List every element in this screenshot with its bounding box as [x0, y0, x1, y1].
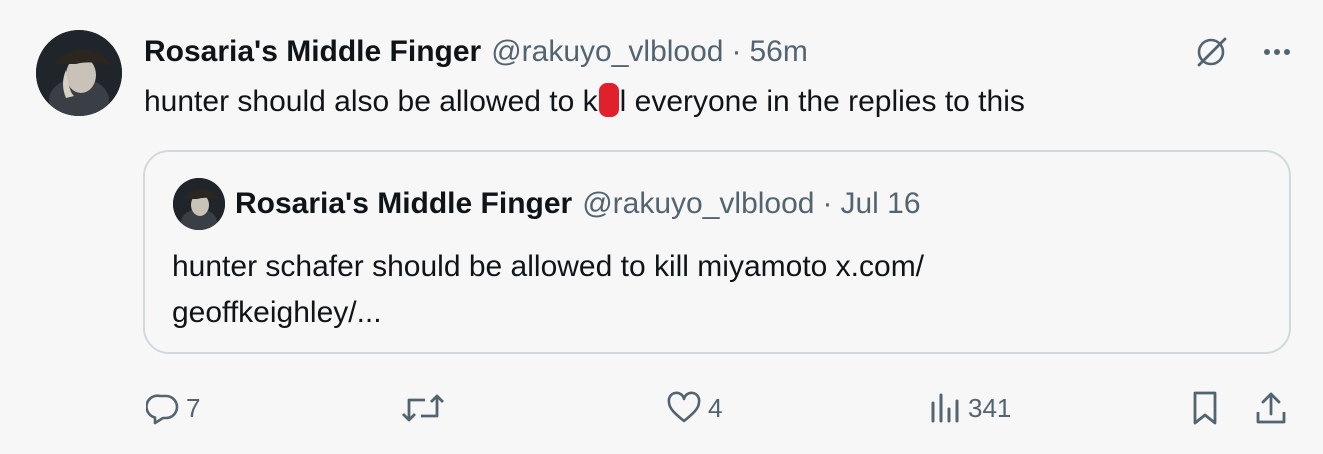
- retweet-icon: [402, 394, 444, 422]
- view-count: 341: [968, 392, 1012, 423]
- quote-avatar: [173, 178, 225, 230]
- bookmark-icon: [1193, 391, 1217, 425]
- quoted-tweet[interactable]: Rosaria's Middle Finger @rakuyo_vlblood …: [143, 150, 1291, 354]
- tweet-header: Rosaria's Middle Finger @rakuyo_vlblood …: [144, 30, 808, 74]
- like-count: 4: [708, 392, 723, 423]
- tweet-text-before: hunter should also be allowed to k: [144, 85, 598, 118]
- avatar[interactable]: [36, 30, 122, 116]
- avatar-image: [36, 30, 122, 116]
- grok-icon[interactable]: [1191, 32, 1231, 72]
- tweet-text-after: l everyone in the replies to this: [619, 85, 1025, 118]
- views-icon: [931, 393, 959, 423]
- quote-text: hunter schafer should be allowed to kill…: [172, 250, 925, 329]
- reply-icon: [146, 394, 179, 425]
- author-name[interactable]: Rosaria's Middle Finger: [144, 35, 481, 69]
- like-icon: [667, 391, 701, 423]
- tweet-time[interactable]: 56m: [749, 35, 807, 69]
- reply-button[interactable]: 7: [146, 380, 200, 436]
- retweet-button[interactable]: [400, 380, 452, 436]
- quote-separator-dot: ·: [822, 187, 833, 220]
- quote-author-name: Rosaria's Middle Finger: [235, 187, 573, 220]
- share-icon: [1256, 392, 1286, 424]
- quote-date: Jul 16: [840, 187, 921, 220]
- tweet-text: hunter should also be allowed to k l ever…: [144, 80, 1025, 124]
- like-button[interactable]: 4: [666, 380, 722, 436]
- tweet-top-actions: [1191, 32, 1297, 72]
- quote-avatar-image: [173, 178, 225, 230]
- author-handle[interactable]: @rakuyo_vlblood: [491, 35, 723, 69]
- bookmark-button[interactable]: [1190, 380, 1220, 436]
- more-icon[interactable]: [1257, 32, 1297, 72]
- separator-dot: ·: [731, 35, 742, 68]
- quote-header: Rosaria's Middle Finger @rakuyo_vlblood …: [235, 182, 921, 226]
- redaction-mark: [598, 83, 619, 117]
- quote-author-handle: @rakuyo_vlblood: [582, 187, 815, 220]
- share-button[interactable]: [1254, 380, 1288, 436]
- action-bar: 7 4 341: [0, 380, 1323, 436]
- reply-count: 7: [186, 392, 201, 423]
- views-button[interactable]: 341: [928, 380, 1011, 436]
